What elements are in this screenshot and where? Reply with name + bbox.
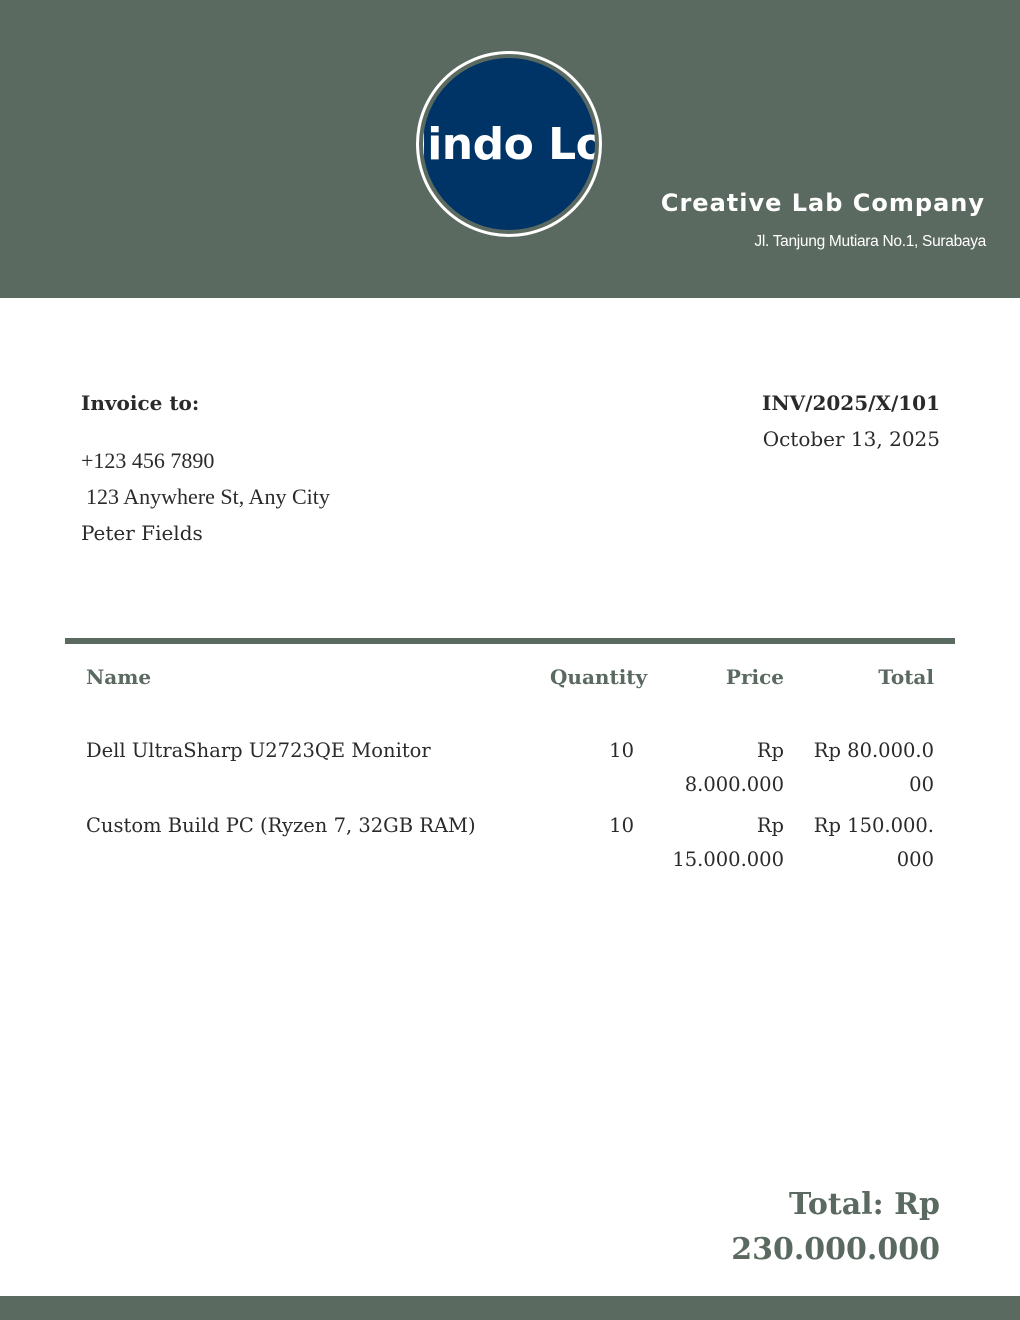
invoice-to-label: Invoice to: bbox=[81, 391, 200, 415]
grand-total: Total: Rp 230.000.000 bbox=[731, 1187, 940, 1267]
item-name: Custom Build PC (Ryzen 7, 32GB RAM) bbox=[86, 814, 476, 837]
client-address: 123 Anywhere St, Any City bbox=[86, 484, 330, 509]
item-quantity: 10 bbox=[609, 739, 634, 762]
client-name: Peter Fields bbox=[81, 521, 203, 545]
footer-band bbox=[0, 1296, 1020, 1320]
header-band: lindo Lo Creative Lab Company Jl. Tanjun… bbox=[0, 0, 1020, 298]
logo-text: lindo Lo bbox=[423, 118, 595, 170]
item-total: Rp 150.000.000 bbox=[813, 814, 934, 871]
company-logo: lindo Lo bbox=[416, 51, 602, 237]
item-total: Rp 80.000.000 bbox=[813, 739, 934, 796]
item-quantity: 10 bbox=[609, 814, 634, 837]
company-name: Creative Lab Company bbox=[660, 189, 985, 217]
column-header-name: Name bbox=[86, 665, 152, 689]
company-address: Jl. Tanjung Mutiara No.1, Surabaya bbox=[754, 233, 986, 250]
column-header-price: Price bbox=[725, 665, 784, 689]
invoice-number: INV/2025/X/101 bbox=[762, 391, 940, 415]
column-header-total: Total bbox=[878, 665, 934, 689]
column-header-quantity: Quantity bbox=[550, 665, 648, 689]
table-top-rule bbox=[65, 638, 955, 644]
item-price: Rp 15.000.000 bbox=[672, 814, 784, 871]
item-price: Rp 8.000.000 bbox=[684, 739, 784, 796]
item-name: Dell UltraSharp U2723QE Monitor bbox=[86, 739, 431, 762]
client-phone: +123 456 7890 bbox=[81, 448, 215, 473]
invoice-date: October 13, 2025 bbox=[762, 427, 940, 451]
